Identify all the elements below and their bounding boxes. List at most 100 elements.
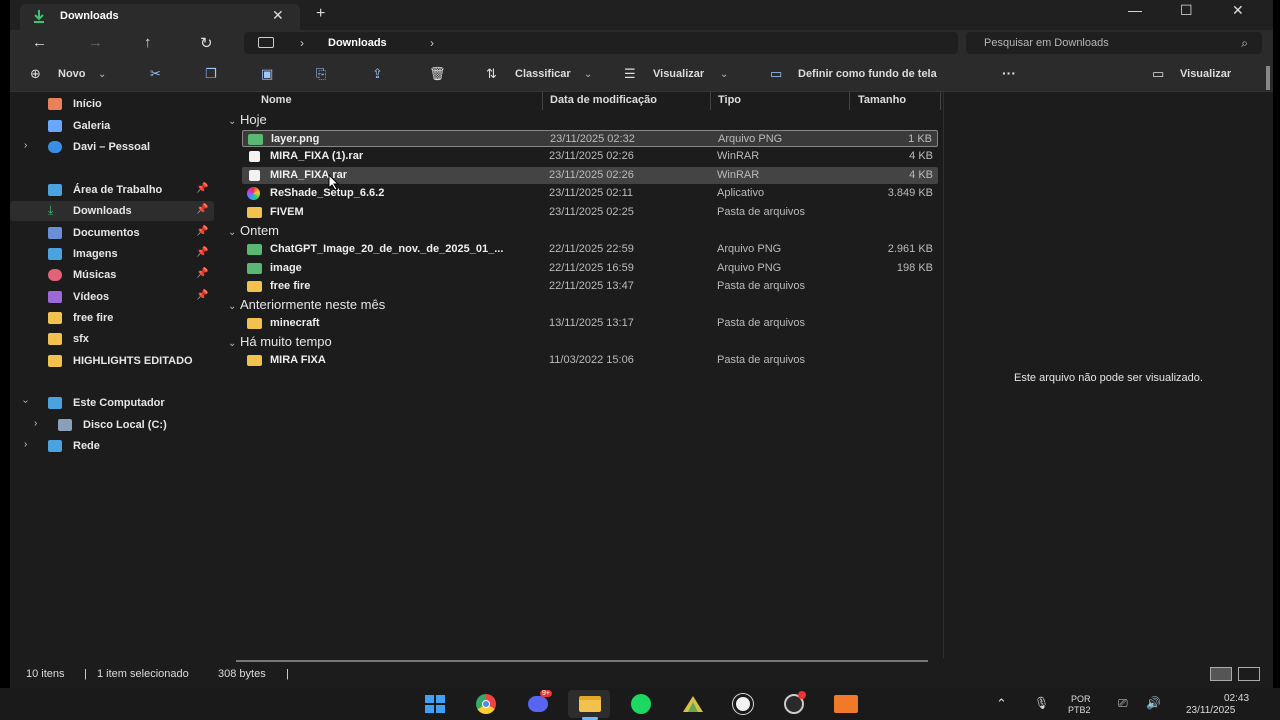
horizontal-scrollbar[interactable]	[236, 660, 928, 662]
sidebar-item-pictures[interactable]: Imagens 📌	[10, 244, 214, 264]
breadcrumb-location[interactable]: Downloads	[328, 37, 387, 49]
new-tab-button[interactable]: +	[316, 5, 325, 23]
file-row[interactable]: ReShade_Setup_6.6.2 23/11/2025 02:11 Apl…	[242, 185, 938, 202]
start-button[interactable]	[424, 694, 446, 714]
pin-icon: 📌	[196, 183, 209, 194]
tab-downloads[interactable]: Downloads ✕	[20, 4, 300, 30]
file-size: 198 KB	[896, 262, 933, 274]
column-divider[interactable]	[710, 92, 711, 110]
column-header-type[interactable]: Tipo	[718, 94, 741, 106]
sidebar-item-network[interactable]: › Rede	[10, 436, 214, 456]
share-icon[interactable]: ⇪	[372, 66, 383, 82]
column-divider[interactable]	[849, 92, 850, 110]
sidebar-item-desktop[interactable]: Área de Trabalho 📌	[10, 180, 214, 200]
file-row[interactable]: MIRA FIXA 11/03/2022 15:06 Pasta de arqu…	[242, 352, 938, 369]
volume-icon[interactable]: 🔊	[1146, 696, 1161, 710]
maximize-button[interactable]: ☐	[1180, 2, 1193, 19]
chevron-up-icon[interactable]: ⌃	[996, 696, 1007, 712]
chevron-right-icon[interactable]: ›	[24, 439, 27, 450]
column-header-date[interactable]: Data de modificação	[550, 94, 657, 106]
forward-button[interactable]: →	[88, 34, 103, 51]
file-row[interactable]: free fire 22/11/2025 13:47 Pasta de arqu…	[242, 278, 938, 295]
sidebar-item-highlights[interactable]: HIGHLIGHTS EDITADO	[10, 351, 214, 371]
close-tab-icon[interactable]: ✕	[272, 7, 284, 24]
column-header-size[interactable]: Tamanho	[858, 94, 906, 106]
details-view-icon[interactable]	[1210, 667, 1232, 681]
column-header-name[interactable]: Nome	[261, 94, 292, 106]
chrome-icon[interactable]	[476, 694, 498, 714]
file-icon	[249, 170, 260, 181]
sidebar-item-free-fire[interactable]: free fire	[10, 308, 214, 328]
refresh-button[interactable]: ↻	[200, 34, 213, 52]
language-top[interactable]: POR	[1071, 694, 1091, 704]
sidebar-item-this-pc[interactable]: › Este Computador	[10, 393, 214, 413]
sidebar-item-local-disk[interactable]: › Disco Local (C:)	[10, 415, 214, 435]
view-button[interactable]: Visualizar	[653, 68, 704, 80]
minimize-button[interactable]: —	[1128, 2, 1142, 18]
file-explorer-icon[interactable]	[579, 694, 601, 714]
clock-date[interactable]: 23/11/2025	[1186, 705, 1235, 716]
copy-icon[interactable]: ❐	[205, 66, 217, 82]
sidebar-item-downloads[interactable]: ⤓ Downloads 📌	[10, 201, 214, 221]
group-header-long-ago[interactable]: ⌄ Há muito tempo	[228, 334, 332, 349]
sidebar-item-onedrive[interactable]: › Davi – Pessoal	[10, 137, 214, 157]
new-button[interactable]: Novo	[58, 68, 86, 80]
file-type: Pasta de arquivos	[717, 206, 806, 218]
file-row[interactable]: minecraft 13/11/2025 13:17 Pasta de arqu…	[242, 315, 938, 332]
more-options-button[interactable]: ···	[1002, 65, 1016, 81]
sidebar-item-documents[interactable]: Documentos 📌	[10, 223, 214, 243]
file-row[interactable]: MIRA_FIXA (1).rar 23/11/2025 02:26 WinRA…	[242, 148, 938, 165]
file-date: 11/03/2022 15:06	[549, 354, 634, 366]
game-launcher-icon[interactable]	[682, 694, 704, 714]
sidebar-item-videos[interactable]: Vídeos 📌	[10, 287, 214, 307]
sidebar-item-sfx[interactable]: sfx	[10, 329, 214, 349]
pin-icon: 📌	[196, 247, 209, 258]
network-status-icon[interactable]: ⎚	[1118, 696, 1128, 711]
file-row[interactable]: FIVEM 23/11/2025 02:25 Pasta de arquivos	[242, 204, 938, 221]
sidebar-item-gallery[interactable]: Galeria	[10, 116, 214, 136]
preview-pane-icon: ▭	[1152, 66, 1165, 81]
preview-pane: Este arquivo não pode ser visualizado.	[943, 92, 1273, 658]
group-header-yesterday[interactable]: ⌄ Ontem	[228, 223, 279, 238]
cut-icon[interactable]: ✂	[150, 66, 161, 82]
search-input[interactable]: Pesquisar em Downloads ⌕	[966, 32, 1262, 54]
sort-button[interactable]: Classificar	[515, 68, 571, 80]
column-divider[interactable]	[542, 92, 543, 110]
back-button[interactable]: ←	[32, 34, 47, 51]
steam-icon[interactable]	[784, 691, 806, 714]
set-wallpaper-button[interactable]: Definir como fundo de tela	[798, 68, 937, 80]
app-orange-icon[interactable]	[834, 694, 858, 714]
sidebar-item-label: Galeria	[73, 120, 111, 132]
column-divider[interactable]	[940, 92, 941, 110]
group-header-today[interactable]: ⌄ Hoje	[228, 112, 267, 127]
paste-icon[interactable]: ▣	[261, 66, 273, 82]
file-name: MIRA_FIXA (1).rar	[270, 150, 364, 162]
chevron-right-icon[interactable]: ›	[34, 418, 37, 429]
up-button[interactable]: ↑	[144, 34, 152, 51]
windows-icon	[425, 695, 445, 713]
spotify-icon[interactable]	[631, 694, 653, 714]
file-type: Pasta de arquivos	[717, 354, 806, 366]
rename-icon[interactable]: ⎘	[316, 66, 326, 82]
chevron-right-icon[interactable]: ›	[24, 140, 27, 151]
file-row[interactable]: layer.png 23/11/2025 02:32 Arquivo PNG 1…	[242, 130, 938, 147]
delete-icon[interactable]: 🗑	[429, 66, 446, 82]
sidebar-item-home[interactable]: Início	[10, 94, 214, 114]
preview-pane-button[interactable]: Visualizar	[1180, 68, 1231, 80]
file-row[interactable]: ChatGPT_Image_20_de_nov._de_2025_01_... …	[242, 241, 938, 258]
tiles-view-icon[interactable]	[1238, 667, 1260, 681]
close-window-button[interactable]: ✕	[1232, 2, 1244, 19]
clock-time[interactable]: 02:43	[1224, 693, 1249, 704]
chevron-down-icon[interactable]: ›	[20, 400, 31, 403]
breadcrumb[interactable]: › Downloads ›	[244, 32, 958, 54]
file-row[interactable]: image 22/11/2025 16:59 Arquivo PNG 198 K…	[242, 260, 938, 277]
group-header-earlier-month[interactable]: ⌄ Anteriormente neste mês	[228, 297, 385, 312]
file-row[interactable]: MIRA_FIXA.rar 23/11/2025 02:26 WinRAR 4 …	[242, 167, 938, 184]
sidebar-item-label: Início	[73, 98, 102, 110]
vertical-scrollbar[interactable]	[1266, 66, 1270, 90]
sidebar-item-music[interactable]: Músicas 📌	[10, 265, 214, 285]
language-bottom[interactable]: PTB2	[1068, 705, 1091, 715]
discord-icon[interactable]: 9+	[528, 690, 552, 714]
clock-app-icon[interactable]	[733, 694, 755, 714]
microphone-icon[interactable]: 🎙	[1034, 696, 1049, 710]
